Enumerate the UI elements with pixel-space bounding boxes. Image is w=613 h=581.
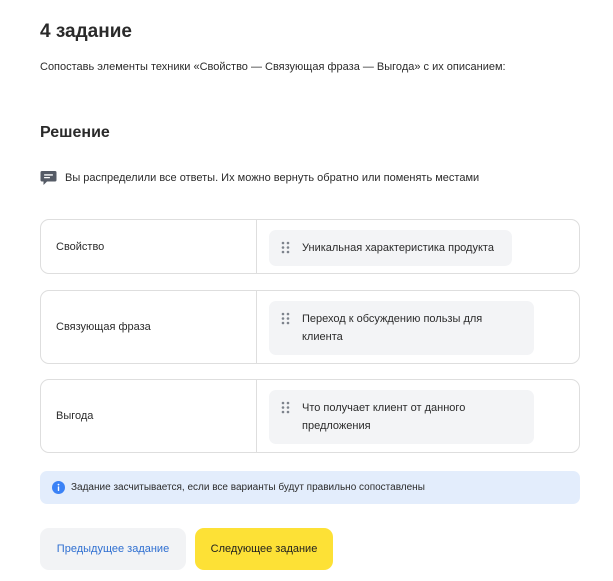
answer-text: Переход к обсуждению пользы для клиента [302, 313, 483, 343]
match-row-property: Свойство Уникальная характеристика проду… [40, 219, 580, 274]
chat-bubble-icon [40, 171, 57, 185]
info-banner: Задание засчитывается, если все варианты… [40, 471, 580, 504]
answer-text: Что получает клиент от данного предложен… [302, 402, 466, 432]
answer-text: Уникальная характеристика продукта [302, 242, 494, 254]
match-answer-slot[interactable]: Уникальная характеристика продукта [257, 220, 579, 273]
info-icon [52, 481, 65, 494]
match-label: Свойство [41, 220, 257, 273]
hint-text: Вы распределили все ответы. Их можно вер… [65, 172, 480, 184]
drag-handle-icon[interactable] [281, 312, 290, 325]
drag-handle-icon[interactable] [281, 401, 290, 414]
match-label: Связующая фраза [41, 291, 257, 363]
task-description: Сопоставь элементы техники «Свойство — С… [40, 61, 506, 73]
info-text: Задание засчитывается, если все варианты… [71, 482, 425, 493]
match-label: Выгода [41, 380, 257, 452]
previous-task-button[interactable]: Предыдущее задание [40, 528, 186, 570]
hint: Вы распределили все ответы. Их можно вер… [40, 170, 479, 186]
answer-chip[interactable]: Уникальная характеристика продукта [269, 230, 512, 266]
solution-title: Решение [40, 124, 110, 141]
match-answer-slot[interactable]: Что получает клиент от данного предложен… [257, 380, 579, 452]
match-row-linking-phrase: Связующая фраза Переход к обсуждению пол… [40, 290, 580, 364]
task-title: 4 задание [40, 21, 132, 42]
match-row-benefit: Выгода Что получает клиент от данного пр… [40, 379, 580, 453]
answer-chip[interactable]: Переход к обсуждению пользы для клиента [269, 301, 534, 355]
next-task-button[interactable]: Следующее задание [195, 528, 333, 570]
answer-chip[interactable]: Что получает клиент от данного предложен… [269, 390, 534, 444]
match-answer-slot[interactable]: Переход к обсуждению пользы для клиента [257, 291, 579, 363]
drag-handle-icon[interactable] [281, 241, 290, 254]
